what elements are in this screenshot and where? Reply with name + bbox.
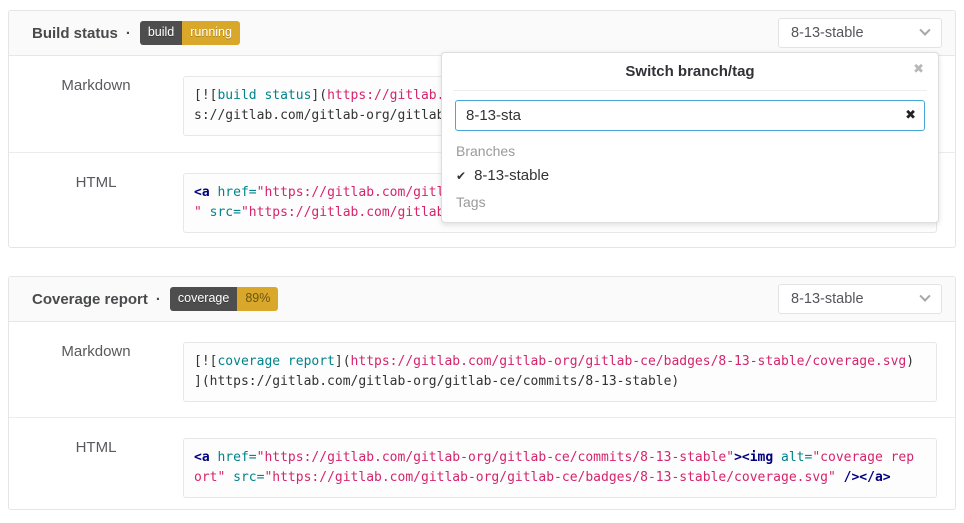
- panel-title: Coverage report: [32, 291, 148, 308]
- branch-select-value: 8-13-stable: [791, 25, 864, 41]
- coverage-report-header: Coverage report · coverage 89% 8-13-stab…: [9, 277, 955, 322]
- page: { "colors": { "badge_gray": "#4e4e4e", "…: [0, 0, 964, 523]
- badge-label: build: [140, 21, 182, 45]
- coverage-badge: coverage 89%: [170, 287, 278, 311]
- chevron-down-icon: [919, 25, 930, 36]
- branch-tag-list: Branches ✔ 8-13-stable Tags: [442, 131, 938, 210]
- close-icon[interactable]: ✖: [913, 62, 924, 75]
- branch-select-dropdown[interactable]: 8-13-stable: [778, 18, 942, 48]
- search-field-wrap: ✖: [455, 100, 925, 131]
- html-row: HTML <a href="https://gitlab.com/gitlab-…: [9, 417, 955, 509]
- row-label: Markdown: [9, 343, 183, 360]
- branches-heading: Branches: [456, 143, 924, 159]
- badge-label: coverage: [170, 287, 237, 311]
- branch-search-input[interactable]: [455, 100, 925, 131]
- title-separator: ·: [156, 291, 161, 308]
- row-label: Markdown: [9, 77, 183, 94]
- row-label: HTML: [9, 174, 183, 191]
- html-code-block: <a href="https://gitlab.com/gitlab-org/g…: [183, 438, 937, 498]
- branch-item-8-13-stable[interactable]: ✔ 8-13-stable: [456, 167, 924, 184]
- tags-heading: Tags: [456, 194, 924, 210]
- panel-title: Build status: [32, 25, 118, 42]
- coverage-report-panel: Coverage report · coverage 89% 8-13-stab…: [8, 276, 956, 510]
- markdown-code-block: [![coverage report](https://gitlab.com/g…: [183, 342, 937, 402]
- title-separator: ·: [126, 25, 131, 42]
- row-label: HTML: [9, 439, 183, 456]
- markdown-row: Markdown [![coverage report](https://git…: [9, 322, 955, 417]
- check-icon: ✔: [456, 169, 466, 183]
- branch-select-value: 8-13-stable: [791, 291, 864, 307]
- popup-title: Switch branch/tag: [625, 63, 754, 80]
- branch-select-dropdown[interactable]: 8-13-stable: [778, 284, 942, 314]
- clear-search-icon[interactable]: ✖: [905, 108, 916, 121]
- badge-value: running: [182, 21, 240, 45]
- chevron-down-icon: [919, 291, 930, 302]
- build-status-header: Build status · build running 8-13-stable: [9, 11, 955, 56]
- switch-branch-popup: Switch branch/tag ✖ ✖ Branches ✔ 8-13-st…: [441, 52, 939, 223]
- branch-item-label: 8-13-stable: [474, 167, 549, 184]
- popup-titlebar: Switch branch/tag ✖: [453, 53, 927, 91]
- build-status-badge: build running: [140, 21, 240, 45]
- badge-value: 89%: [237, 287, 278, 311]
